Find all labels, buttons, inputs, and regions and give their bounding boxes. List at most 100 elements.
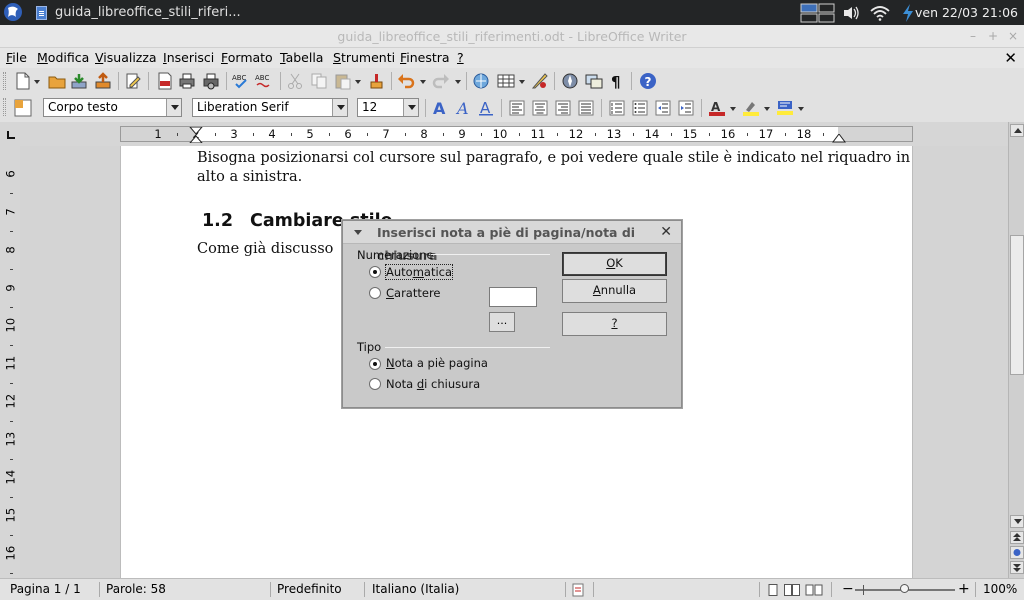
italic-icon[interactable]: A [454,99,472,117]
table-dropdown-arrow[interactable] [519,80,525,84]
page-indicator[interactable]: Pagina 1 / 1 [10,579,81,600]
automatic-radio[interactable] [369,266,381,278]
print-preview-icon[interactable] [202,72,220,90]
redo-dropdown-arrow[interactable] [455,80,461,84]
close-document-button[interactable]: ✕ [1004,49,1017,67]
menu-modifica[interactable]: Modifica [37,50,89,65]
highlighting-icon[interactable] [742,99,760,117]
font-color-dropdown-arrow[interactable] [730,107,736,111]
book-view-icon[interactable] [805,584,823,596]
minimize-button[interactable]: – [966,29,980,43]
styles-and-formatting-icon[interactable] [14,99,32,117]
menu-strumenti[interactable]: Strumenti [333,50,395,65]
navigation-icon[interactable] [1010,546,1024,559]
horizontal-ruler[interactable]: 123456789101112131415161718 [120,126,913,143]
toolbar-grip[interactable] [3,98,6,116]
scroll-up-button[interactable] [1010,124,1024,137]
spellcheck-icon[interactable]: ABC [232,72,250,90]
menu-visualizza[interactable]: Visualizza [95,50,157,65]
automatic-radio-label[interactable]: Automatica [384,264,454,280]
character-input[interactable] [489,287,537,307]
zoom-level[interactable]: 100% [983,579,1017,600]
zoom-out-button[interactable]: − [842,579,854,600]
page-style[interactable]: Predefinito [277,579,342,600]
volume-icon[interactable] [842,0,860,25]
highlighting-dropdown-arrow[interactable] [764,107,770,111]
align-right-icon[interactable] [554,99,572,117]
endnote-radio-label[interactable]: Nota di chiusura [386,377,480,391]
dialog-titlebar[interactable]: Inserisci nota a piè di pagina/nota di c… [343,221,681,263]
next-page-icon[interactable] [1010,561,1024,574]
autospellcheck-icon[interactable]: ABC [255,72,273,90]
numbering-icon[interactable] [608,99,626,117]
help-button[interactable]: ? [562,312,667,336]
single-page-view-icon[interactable] [767,584,779,596]
font-name-combo[interactable]: Liberation Serif [192,98,348,117]
paste-dropdown-arrow[interactable] [355,80,361,84]
background-color-icon[interactable] [776,99,794,117]
scrollbar-thumb[interactable] [1010,235,1024,375]
copy-icon[interactable] [310,72,328,90]
menu-inserisci[interactable]: Inserisci [163,50,214,65]
menu-file[interactable]: File [6,50,27,65]
paragraph-line[interactable]: alto a sinistra. [197,168,302,187]
insert-table-icon[interactable] [497,72,515,90]
new-dropdown-arrow[interactable] [34,80,40,84]
tab-type-icon[interactable] [7,130,16,139]
justify-icon[interactable] [577,99,595,117]
open-folder-icon[interactable] [48,72,66,90]
zoom-slider-handle[interactable] [900,584,909,593]
maximize-button[interactable]: + [986,29,1000,43]
ok-button[interactable]: OK [562,252,667,276]
window-titlebar[interactable]: guida_libreoffice_stili_riferimenti.odt … [0,25,1024,48]
dialog-close-button[interactable]: ✕ [660,221,672,243]
edit-document-icon[interactable] [124,72,142,90]
footnote-radio-label[interactable]: Nota a piè pagina [386,356,488,370]
language-indicator[interactable]: Italiano (Italia) [372,579,459,600]
previous-page-icon[interactable] [1010,531,1024,544]
undo-dropdown-arrow[interactable] [420,80,426,84]
bullets-icon[interactable] [631,99,649,117]
new-document-icon[interactable] [14,72,32,90]
help-icon[interactable]: ? [639,72,657,90]
undo-icon[interactable] [397,72,415,90]
dialog-menu-icon[interactable] [354,230,362,235]
wifi-icon[interactable] [870,0,890,25]
export-pdf-icon[interactable] [156,72,174,90]
character-radio-label[interactable]: Carattere [386,286,441,300]
navigator-icon[interactable] [561,72,579,90]
show-draw-functions-icon[interactable] [531,72,549,90]
print-icon[interactable] [178,72,196,90]
multi-page-view-icon[interactable] [784,584,800,596]
clone-formatting-icon[interactable] [368,72,386,90]
left-indent-marker[interactable] [189,127,203,143]
align-center-icon[interactable] [531,99,549,117]
increase-indent-icon[interactable] [677,99,695,117]
endnote-radio[interactable] [369,378,381,390]
hyperlink-icon[interactable] [472,72,490,90]
word-count[interactable]: Parole: 58 [106,579,166,600]
right-indent-marker[interactable] [832,134,846,143]
paragraph-style-combo[interactable]: Corpo testo [43,98,182,117]
export-icon[interactable] [94,72,112,90]
formatting-marks-icon[interactable]: ¶ [608,72,626,90]
menu-help[interactable]: ? [457,50,464,65]
power-icon[interactable] [900,0,916,25]
cancel-button[interactable]: Annulla [562,279,667,303]
menu-tabella[interactable]: Tabella [280,50,323,65]
app-menu-icon[interactable] [3,2,23,22]
menu-formato[interactable]: Formato [221,50,273,65]
workspace-switcher[interactable] [800,0,836,25]
footnote-radio[interactable] [369,358,381,370]
font-size-combo[interactable]: 12 [357,98,419,117]
background-color-dropdown-arrow[interactable] [798,107,804,111]
character-radio[interactable] [369,287,381,299]
zoom-in-button[interactable]: + [958,579,970,600]
align-left-icon[interactable] [508,99,526,117]
font-color-icon[interactable]: A [708,99,726,117]
vertical-ruler[interactable]: 6 7 8 9 10 11 12 13 14 15 16 [0,146,20,578]
menu-finestra[interactable]: Finestra [400,50,450,65]
bold-icon[interactable]: A [431,99,449,117]
redo-icon[interactable] [432,72,450,90]
decrease-indent-icon[interactable] [654,99,672,117]
